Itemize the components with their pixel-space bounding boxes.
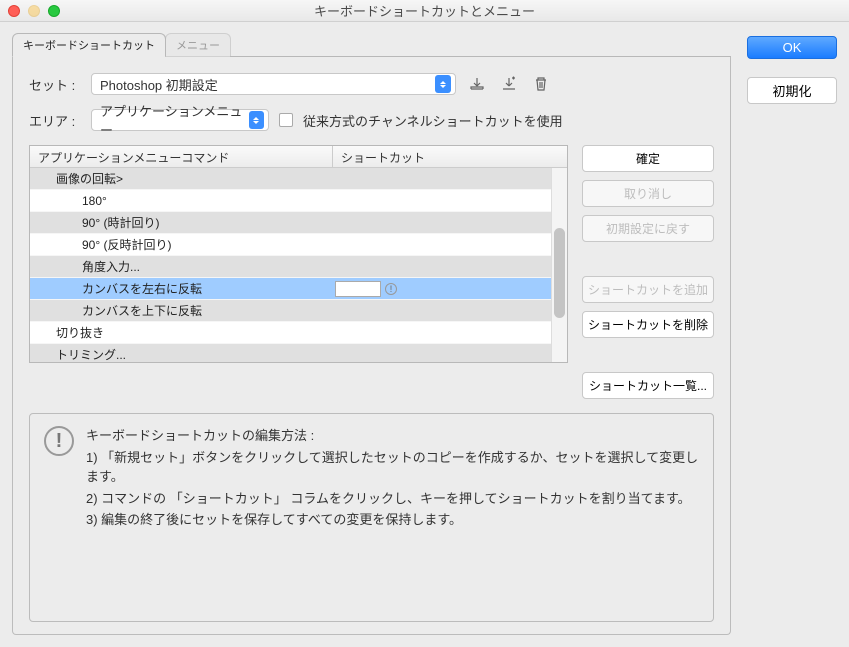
table-row[interactable]: 角度入力... [30, 256, 567, 278]
window-title: キーボードショートカットとメニュー [0, 1, 849, 20]
legacy-checkbox-label: 従来方式のチャンネルショートカットを使用 [303, 111, 563, 130]
new-set-icon[interactable] [498, 74, 520, 94]
scroll-thumb[interactable] [554, 228, 565, 318]
add-shortcut-button: ショートカットを追加 [582, 276, 714, 303]
reset-button[interactable]: 初期化 [747, 77, 837, 104]
tab-bar: キーボードショートカット メニュー [12, 32, 731, 57]
row-shortcut-cell[interactable]: ! [333, 281, 567, 297]
row-label: カンバスを上下に反転 [30, 302, 333, 319]
info-icon: ! [44, 426, 74, 456]
set-value: Photoshop 初期設定 [100, 75, 218, 94]
area-label: エリア : [29, 111, 81, 130]
table-row[interactable]: 90° (反時計回り) [30, 234, 567, 256]
warning-icon: ! [385, 283, 397, 295]
table-row[interactable]: 90° (時計回り) [30, 212, 567, 234]
shortcut-table: アプリケーションメニューコマンド ショートカット 画像の回転> 180° 90° (… [29, 145, 568, 363]
delete-set-icon[interactable] [530, 74, 552, 94]
shortcut-list-button[interactable]: ショートカット一覧... [582, 372, 714, 399]
ok-button[interactable]: OK [747, 36, 837, 59]
help-line-2: 2) コマンドの 「ショートカット」 コラムをクリックし、キーを押してショートカ… [86, 489, 699, 509]
default-button: 初期設定に戻す [582, 215, 714, 242]
help-panel: ! キーボードショートカットの編集方法 : 1) 「新規セット」ボタンをクリック… [29, 413, 714, 622]
scrollbar[interactable] [551, 168, 567, 362]
shortcut-input[interactable] [335, 281, 381, 297]
undo-button: 取り消し [582, 180, 714, 207]
table-row[interactable]: 画像の回転> [30, 168, 567, 190]
col-command[interactable]: アプリケーションメニューコマンド [30, 146, 333, 167]
row-label: 画像の回転> [30, 170, 333, 187]
help-title: キーボードショートカットの編集方法 : [86, 426, 699, 446]
set-select[interactable]: Photoshop 初期設定 [91, 73, 456, 95]
tab-menus[interactable]: メニュー [165, 33, 231, 57]
row-label: 180° [30, 194, 333, 208]
row-label: 角度入力... [30, 258, 333, 275]
help-line-1: 1) 「新規セット」ボタンをクリックして選択したセットのコピーを作成するか、セッ… [86, 448, 699, 487]
table-row[interactable]: 切り抜き [30, 322, 567, 344]
col-shortcut[interactable]: ショートカット [333, 146, 567, 167]
legacy-checkbox[interactable] [279, 113, 293, 127]
table-row[interactable]: 180° [30, 190, 567, 212]
chevron-updown-icon [435, 75, 451, 93]
titlebar: キーボードショートカットとメニュー [0, 0, 849, 22]
help-line-3: 3) 編集の終了後にセットを保存してすべての変更を保持します。 [86, 510, 699, 530]
table-row[interactable]: トリミング... [30, 344, 567, 362]
tab-shortcuts[interactable]: キーボードショートカット [12, 33, 166, 57]
chevron-updown-icon [249, 111, 264, 129]
confirm-button[interactable]: 確定 [582, 145, 714, 172]
area-select[interactable]: アプリケーションメニュー [91, 109, 269, 131]
save-set-icon[interactable] [466, 74, 488, 94]
row-label: カンバスを左右に反転 [30, 280, 333, 297]
delete-shortcut-button[interactable]: ショートカットを削除 [582, 311, 714, 338]
area-value: アプリケーションメニュー [100, 101, 249, 139]
table-row[interactable]: カンバスを上下に反転 [30, 300, 567, 322]
set-label: セット : [29, 75, 81, 94]
row-label: トリミング... [30, 346, 333, 362]
table-row[interactable]: カンバスを左右に反転! [30, 278, 567, 300]
row-label: 切り抜き [30, 324, 333, 341]
row-label: 90° (反時計回り) [30, 236, 333, 253]
row-label: 90° (時計回り) [30, 214, 333, 231]
